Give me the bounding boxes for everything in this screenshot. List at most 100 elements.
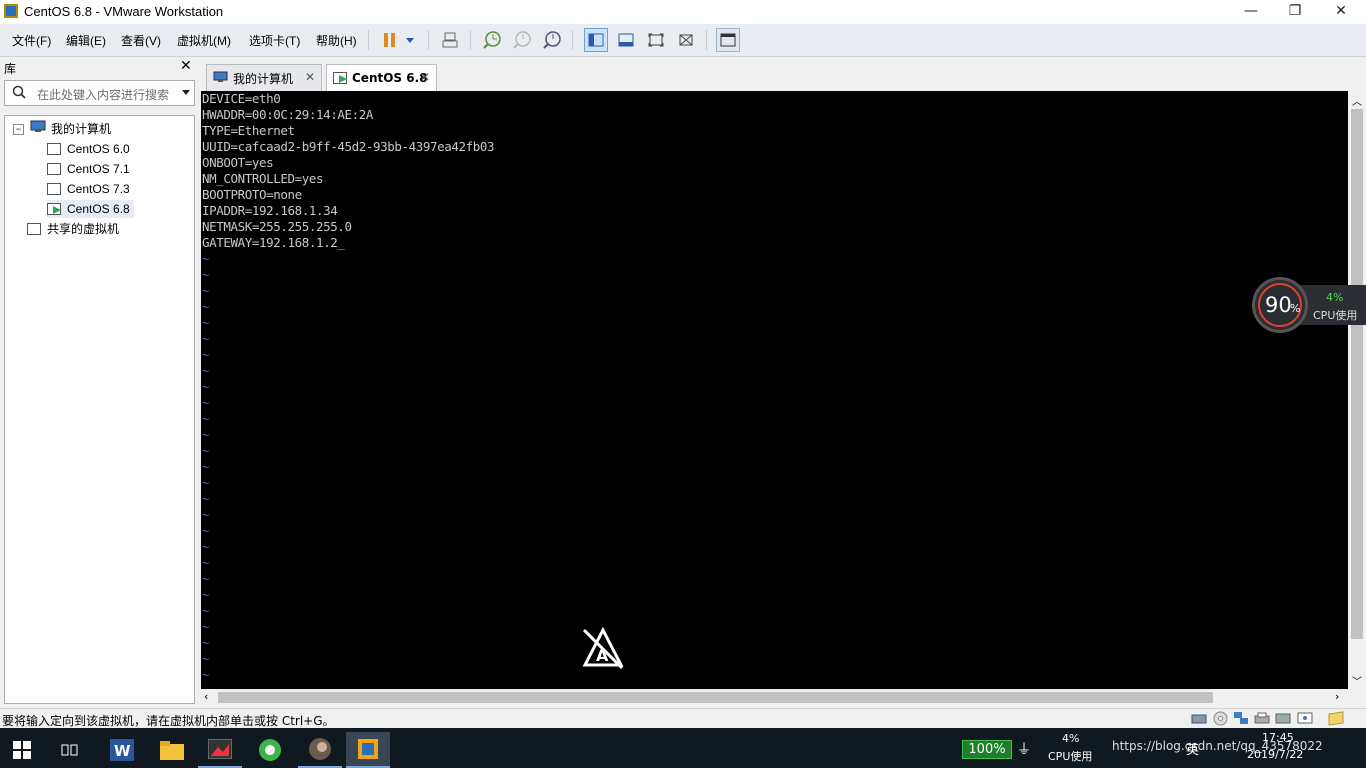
vm-icon bbox=[47, 143, 61, 155]
scroll-left-icon[interactable]: ‹ bbox=[204, 690, 208, 703]
tree-root-label: 我的计算机 bbox=[51, 122, 112, 136]
power-plug-icon[interactable]: ⏚ bbox=[1017, 739, 1031, 759]
close-button[interactable]: ✕ bbox=[1318, 0, 1364, 24]
vm-label: CentOS 7.3 bbox=[67, 182, 130, 196]
file-explorer-icon[interactable] bbox=[150, 732, 194, 768]
input-not-grabbed-icon: A bbox=[581, 626, 625, 674]
console-line: NM_CONTROLLED=yes bbox=[202, 171, 324, 186]
scroll-right-icon[interactable]: › bbox=[1335, 690, 1339, 703]
snapshot-manager-icon[interactable] bbox=[540, 28, 564, 52]
ime-indicator[interactable]: 英 bbox=[1186, 739, 1199, 758]
show-library-icon[interactable] bbox=[584, 28, 608, 52]
vm-label: CentOS 6.8 bbox=[67, 202, 130, 216]
vim-tilde: ~ bbox=[202, 460, 210, 474]
scroll-up-icon[interactable]: ︿ bbox=[1352, 93, 1362, 108]
tree-item-centos-6-0[interactable]: CentOS 6.0 bbox=[47, 140, 130, 158]
tab-bar: 我的计算机 ✕ CentOS 6.8 ✕ bbox=[200, 57, 1366, 91]
vim-tilde: ~ bbox=[202, 348, 210, 362]
menu-edit[interactable]: 编辑(E) bbox=[66, 32, 106, 49]
console-line: GATEWAY=192.168.1.2_ bbox=[202, 235, 345, 250]
console-view-icon[interactable] bbox=[716, 28, 740, 52]
tab-label: CentOS 6.8 bbox=[352, 71, 428, 85]
snapshot-icon[interactable] bbox=[480, 28, 504, 52]
tree-item-centos-6-8[interactable]: CentOS 6.8 bbox=[47, 200, 134, 218]
vertical-scrollbar[interactable]: ︿ ﹀ bbox=[1348, 91, 1366, 689]
browser-icon[interactable] bbox=[248, 732, 292, 768]
printer-icon[interactable] bbox=[1254, 712, 1270, 728]
vmware-taskbar-icon[interactable] bbox=[346, 732, 390, 768]
horizontal-scroll-thumb[interactable] bbox=[218, 692, 1213, 703]
vim-tilde: ~ bbox=[202, 652, 210, 666]
clock-time[interactable]: 17:45 bbox=[1262, 731, 1294, 744]
toolbar-separator bbox=[572, 30, 573, 50]
revert-snapshot-icon[interactable] bbox=[510, 28, 534, 52]
word-app-icon[interactable]: W bbox=[100, 732, 144, 768]
menu-vm[interactable]: 虚拟机(M) bbox=[177, 32, 231, 49]
tab-close-icon[interactable]: ✕ bbox=[420, 70, 430, 84]
taskbar-cpu-value: 4% bbox=[1062, 732, 1080, 745]
library-search[interactable]: 在此处键入内容进行搜索 bbox=[4, 80, 195, 106]
menu-help[interactable]: 帮助(H) bbox=[316, 32, 357, 49]
search-icon bbox=[12, 85, 26, 102]
photo-app-icon[interactable] bbox=[298, 732, 342, 768]
vim-tilde: ~ bbox=[202, 588, 210, 602]
search-dropdown-icon[interactable] bbox=[181, 85, 191, 102]
tree-item-centos-7-3[interactable]: CentOS 7.3 bbox=[47, 180, 130, 198]
toolbar-separator bbox=[706, 30, 707, 50]
menu-file[interactable]: 文件(F) bbox=[12, 32, 51, 49]
status-message: 要将输入定向到该虚拟机，请在虚拟机内部单击或按 Ctrl+G。 bbox=[2, 714, 335, 728]
unity-icon[interactable] bbox=[674, 28, 698, 52]
tab-my-computer[interactable]: 我的计算机 ✕ bbox=[206, 64, 322, 91]
svg-text:W: W bbox=[114, 742, 131, 760]
cd-dvd-icon[interactable] bbox=[1213, 711, 1228, 729]
vim-tilde: ~ bbox=[202, 620, 210, 634]
toolbar-separator bbox=[428, 30, 429, 50]
title-bar: CentOS 6.8 - VMware Workstation — ❐ ✕ bbox=[0, 0, 1366, 24]
console-line: DEVICE=eth0 bbox=[202, 91, 281, 106]
task-view-icon[interactable] bbox=[48, 732, 92, 768]
cpu-widget[interactable]: 90 % 4% CPU使用 bbox=[1252, 277, 1366, 333]
menu-tabs[interactable]: 选项卡(T) bbox=[249, 32, 300, 49]
clock-date[interactable]: 2019/7/22 bbox=[1247, 748, 1303, 761]
tree-item-centos-7-1[interactable]: CentOS 7.1 bbox=[47, 160, 130, 178]
tab-label: 我的计算机 bbox=[233, 71, 294, 86]
vm-icon bbox=[47, 163, 61, 175]
minimize-button[interactable]: — bbox=[1228, 0, 1274, 24]
image-viewer-icon[interactable] bbox=[198, 732, 242, 768]
console-line: IPADDR=192.168.1.34 bbox=[202, 203, 338, 218]
network-adapter-icon[interactable] bbox=[1233, 711, 1249, 729]
vim-tilde: ~ bbox=[202, 316, 210, 330]
collapse-icon[interactable]: − bbox=[13, 123, 24, 135]
vim-tilde: ~ bbox=[202, 364, 210, 378]
vm-running-icon bbox=[47, 203, 61, 215]
library-close-icon[interactable]: ✕ bbox=[180, 58, 192, 74]
menu-view[interactable]: 查看(V) bbox=[121, 32, 161, 49]
pause-icon[interactable] bbox=[378, 28, 402, 52]
battery-indicator[interactable]: 100% bbox=[962, 740, 1012, 759]
tree-item-shared-vms[interactable]: 共享的虚拟机 bbox=[27, 220, 119, 238]
vertical-scroll-thumb[interactable] bbox=[1351, 109, 1363, 639]
display-icon[interactable] bbox=[1297, 712, 1313, 728]
tab-centos-6-8[interactable]: CentOS 6.8 ✕ bbox=[326, 64, 437, 91]
full-screen-icon[interactable] bbox=[644, 28, 668, 52]
hard-disk-icon[interactable] bbox=[1191, 712, 1207, 728]
tab-close-icon[interactable]: ✕ bbox=[305, 70, 315, 84]
scroll-down-icon[interactable]: ﹀ bbox=[1352, 673, 1362, 688]
search-input[interactable]: 在此处键入内容进行搜索 bbox=[37, 86, 169, 103]
vim-tilde: ~ bbox=[202, 524, 210, 538]
sound-card-icon[interactable] bbox=[1275, 712, 1291, 728]
vim-tilde: ~ bbox=[202, 572, 210, 586]
thumbnail-bar-icon[interactable] bbox=[614, 28, 638, 52]
message-log-icon[interactable] bbox=[1328, 711, 1344, 729]
horizontal-scrollbar[interactable]: ‹ › bbox=[201, 689, 1348, 706]
cpu-usage-label: CPU使用 bbox=[1313, 309, 1358, 322]
vm-console[interactable]: DEVICE=eth0 HWADDR=00:0C:29:14:AE:2A TYP… bbox=[201, 91, 1348, 689]
maximize-button[interactable]: ❐ bbox=[1272, 0, 1318, 24]
chevron-down-icon[interactable] bbox=[400, 28, 420, 52]
taskbar-cpu-label: CPU使用 bbox=[1048, 750, 1093, 763]
windows-start-icon[interactable] bbox=[0, 732, 44, 768]
tree-item-my-computer[interactable]: − 我的计算机 bbox=[13, 120, 111, 138]
send-ctrl-alt-del-icon[interactable] bbox=[438, 28, 462, 52]
library-title: 库 bbox=[4, 62, 17, 76]
vm-icon bbox=[47, 183, 61, 195]
